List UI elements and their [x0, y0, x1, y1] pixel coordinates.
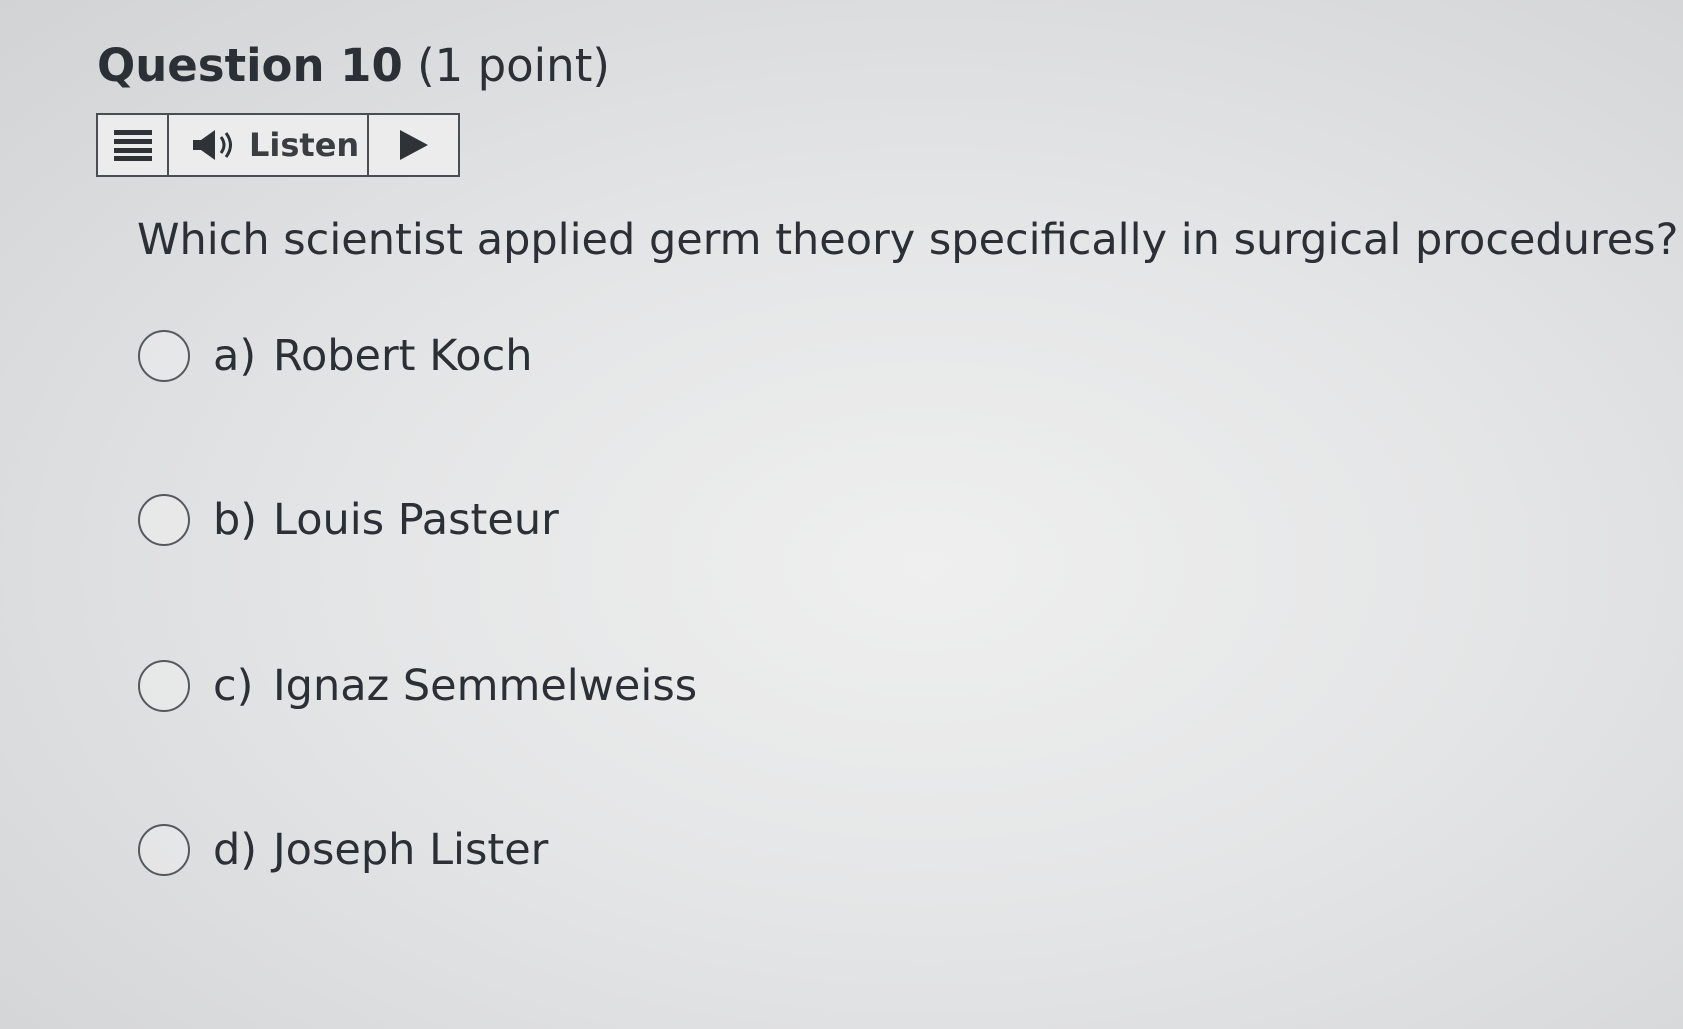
option-letter: b) [213, 495, 258, 545]
option-letter: c) [213, 661, 254, 711]
radio-button[interactable] [138, 660, 190, 712]
menu-button[interactable] [98, 115, 169, 175]
listen-toolbar: Listen [96, 113, 460, 177]
menu-icon [113, 130, 152, 161]
question-number: Question 10 [97, 39, 403, 92]
option-letter: d) [213, 825, 258, 875]
option-text: Robert Koch [273, 331, 533, 381]
listen-label: Listen [249, 126, 360, 164]
answer-option-b[interactable]: b) Louis Pasteur [138, 494, 559, 546]
option-text: Joseph Lister [273, 825, 549, 875]
speaker-icon [193, 130, 232, 160]
play-icon [399, 130, 428, 160]
radio-button[interactable] [138, 330, 190, 382]
question-title: Question 10 (1 point) [97, 36, 610, 96]
radio-button[interactable] [138, 824, 190, 876]
answer-option-c[interactable]: c) Ignaz Semmelweiss [138, 660, 697, 712]
option-letter: a) [213, 331, 257, 381]
answer-option-d[interactable]: d) Joseph Lister [138, 824, 548, 876]
option-text: Ignaz Semmelweiss [273, 661, 698, 711]
question-points: (1 point) [417, 39, 610, 92]
play-button[interactable] [369, 115, 458, 175]
question-text: Which scientist applied germ theory spec… [137, 215, 1679, 265]
option-text: Louis Pasteur [273, 495, 559, 545]
answer-option-a[interactable]: a) Robert Koch [138, 330, 532, 382]
radio-button[interactable] [138, 494, 190, 546]
listen-button[interactable]: Listen [169, 115, 369, 175]
